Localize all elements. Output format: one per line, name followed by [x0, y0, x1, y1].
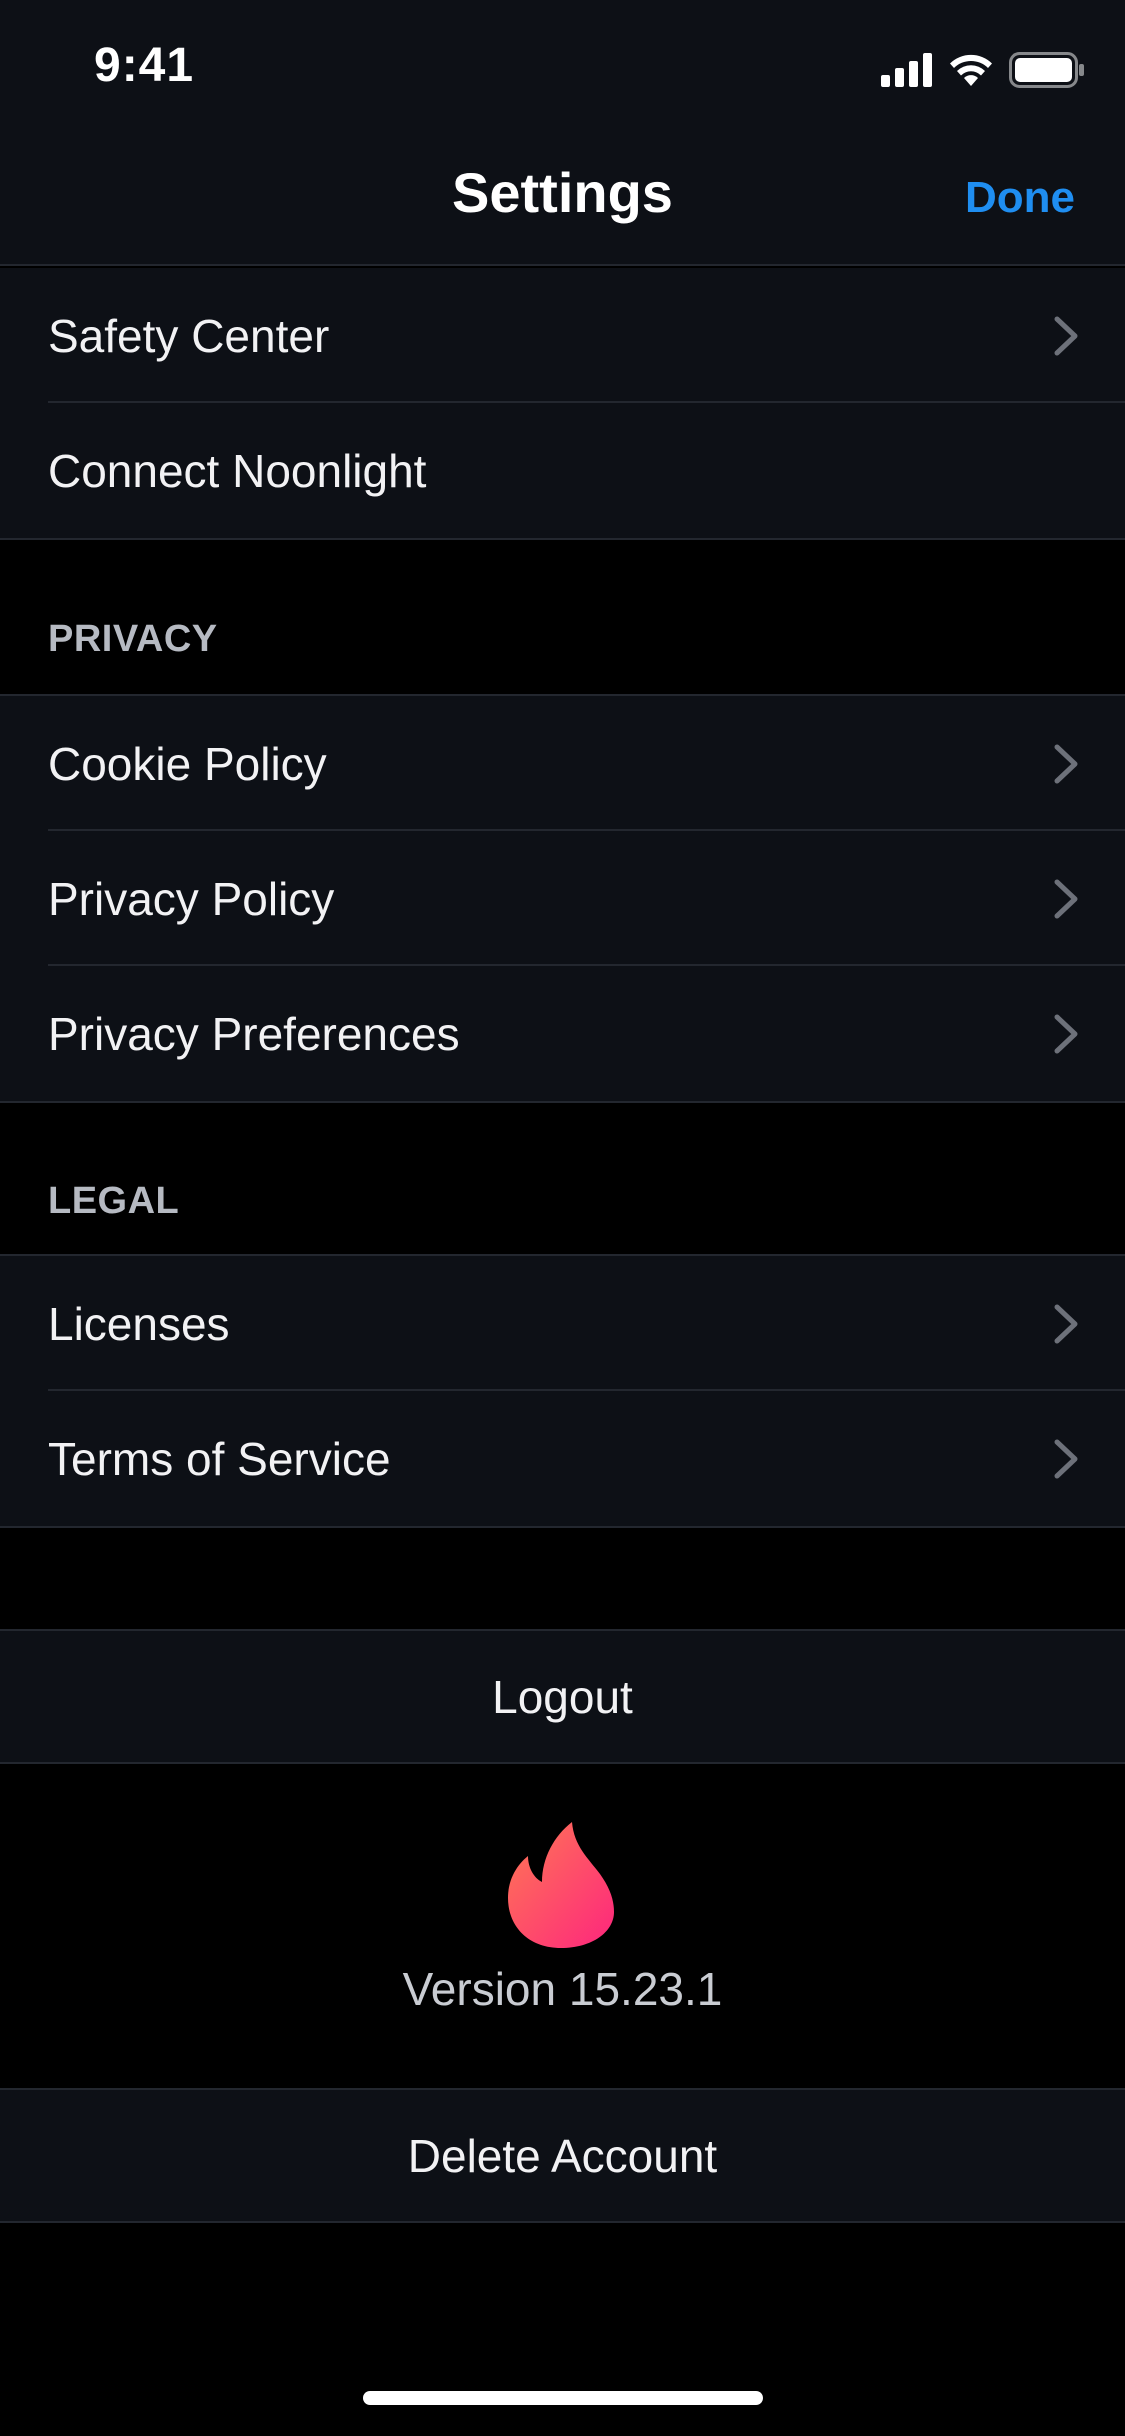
cookie-policy-row[interactable]: Cookie Policy: [0, 696, 1125, 831]
wifi-icon: [950, 54, 992, 86]
row-label: Terms of Service: [48, 1432, 391, 1485]
delete-account-button[interactable]: Delete Account: [0, 2088, 1125, 2223]
chevron-right-icon: [1054, 316, 1078, 355]
privacy-policy-row[interactable]: Privacy Policy: [0, 831, 1125, 966]
legal-group: Licenses Terms of Service: [0, 1254, 1125, 1528]
connect-noonlight-row[interactable]: Connect Noonlight: [0, 403, 1125, 538]
chevron-right-icon: [1054, 1439, 1078, 1478]
done-button[interactable]: Done: [965, 173, 1075, 223]
licenses-row[interactable]: Licenses: [0, 1256, 1125, 1391]
row-label: Cookie Policy: [48, 737, 327, 790]
version-text: Version 15.23.1: [402, 1963, 723, 2015]
chevron-right-icon: [1054, 1304, 1078, 1343]
section-header-privacy: PRIVACY: [48, 618, 218, 660]
terms-of-service-row[interactable]: Terms of Service: [0, 1391, 1125, 1526]
safety-group: Safety Center Connect Noonlight: [0, 268, 1125, 540]
chevron-right-icon: [1054, 1014, 1078, 1053]
row-label: Privacy Preferences: [48, 1007, 460, 1060]
row-label: Safety Center: [48, 309, 330, 362]
row-label: Connect Noonlight: [48, 444, 427, 497]
home-indicator[interactable]: [363, 2391, 763, 2405]
chevron-right-icon: [1054, 744, 1078, 783]
row-label: Privacy Policy: [48, 872, 335, 925]
row-label: Licenses: [48, 1297, 230, 1350]
navigation-bar: 9:41 Settings Done: [0, 0, 1125, 266]
cellular-signal-icon: [881, 53, 932, 87]
privacy-group: Cookie Policy Privacy Policy Privacy Pre…: [0, 694, 1125, 1103]
battery-icon: [1009, 52, 1084, 88]
status-time: 9:41: [94, 39, 195, 92]
chevron-right-icon: [1054, 879, 1078, 918]
safety-center-row[interactable]: Safety Center: [0, 268, 1125, 403]
privacy-preferences-row[interactable]: Privacy Preferences: [0, 966, 1125, 1101]
status-icons: [881, 50, 1085, 90]
logout-button[interactable]: Logout: [0, 1629, 1125, 1764]
page-title: Settings: [452, 161, 673, 224]
section-header-legal: LEGAL: [48, 1180, 180, 1222]
flame-logo-icon: [508, 1822, 614, 1948]
